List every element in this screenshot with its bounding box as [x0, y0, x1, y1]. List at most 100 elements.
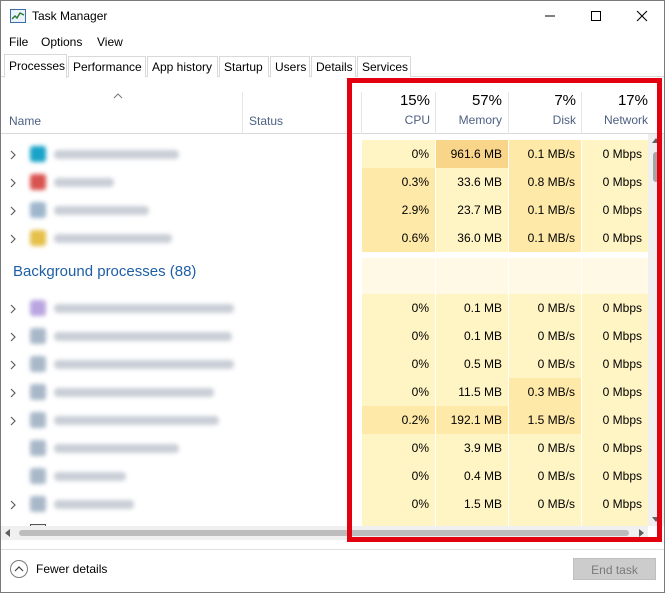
- memory-cell: 1.5 MB: [436, 490, 508, 518]
- disk-cell: 0 MB/s: [509, 322, 581, 350]
- network-cell: 0 Mbps: [582, 322, 648, 350]
- expand-chevron-icon[interactable]: [10, 149, 16, 163]
- cpu-label: CPU: [404, 113, 430, 127]
- expand-chevron-icon[interactable]: [10, 233, 16, 247]
- process-row[interactable]: 0.2% 192.1 MB 1.5 MB/s 0 Mbps: [1, 406, 648, 434]
- horizontal-scrollbar[interactable]: [1, 526, 648, 540]
- vertical-scroll-thumb[interactable]: [653, 152, 659, 182]
- cpu-cell-empty: [362, 258, 435, 294]
- column-divider[interactable]: [242, 92, 243, 134]
- cpu-cell: 0%: [362, 462, 435, 490]
- process-row[interactable]: 0% 11.5 MB 0.3 MB/s 0 Mbps: [1, 378, 648, 406]
- column-memory[interactable]: 57% Memory: [436, 92, 502, 127]
- network-cell: 0 Mbps: [582, 140, 648, 168]
- process-icon: [30, 412, 46, 428]
- tab-performance[interactable]: Performance: [68, 56, 146, 77]
- menu-bar: File Options View: [1, 32, 664, 52]
- fewer-details-link[interactable]: Fewer details: [36, 562, 107, 576]
- column-disk[interactable]: 7% Disk: [509, 92, 576, 127]
- process-row[interactable]: 0.3% 33.6 MB 0.8 MB/s 0 Mbps: [1, 168, 648, 196]
- process-row[interactable]: 0% 3.9 MB 0 MB/s 0 Mbps: [1, 434, 648, 462]
- disk-cell: 0 MB/s: [509, 434, 581, 462]
- memory-cell: 36.0 MB: [436, 224, 508, 252]
- process-name-redacted: [54, 416, 219, 425]
- menu-options[interactable]: Options: [41, 35, 82, 49]
- expand-chevron-icon[interactable]: [10, 499, 16, 513]
- network-cell: 0 Mbps: [582, 168, 648, 196]
- disk-cell: 1.5 MB/s: [509, 406, 581, 434]
- process-row-partial[interactable]: COM Surrogate0%0.4 MB0 MB/s0 Mbps: [1, 518, 648, 526]
- process-icon: [30, 384, 46, 400]
- expand-chevron-icon[interactable]: [10, 387, 16, 401]
- process-name-redacted: [54, 206, 149, 215]
- expand-chevron-icon[interactable]: [10, 177, 16, 191]
- expand-chevron-icon[interactable]: [10, 359, 16, 373]
- process-name-redacted: [54, 360, 234, 369]
- process-row[interactable]: 0% 0.4 MB 0 MB/s 0 Mbps: [1, 462, 648, 490]
- disk-total: 7%: [554, 92, 576, 109]
- process-icon: [30, 496, 46, 512]
- expand-chevron-icon[interactable]: [10, 205, 16, 219]
- tab-services[interactable]: Services: [357, 56, 411, 77]
- process-icon: [30, 300, 46, 316]
- tab-details[interactable]: Details: [311, 56, 356, 77]
- network-cell: 0 Mbps: [582, 434, 648, 462]
- cpu-cell: 0%: [362, 350, 435, 378]
- disk-cell: 0.8 MB/s: [509, 168, 581, 196]
- expand-chevron-icon[interactable]: [10, 415, 16, 429]
- menu-file[interactable]: File: [9, 35, 28, 49]
- process-name-redacted: [54, 388, 214, 397]
- process-row[interactable]: 0% 0.1 MB 0 MB/s 0 Mbps: [1, 322, 648, 350]
- window-title: Task Manager: [32, 9, 108, 23]
- disk-label: Disk: [552, 113, 576, 127]
- process-row[interactable]: 0% 961.6 MB 0.1 MB/s 0 Mbps: [1, 140, 648, 168]
- process-row[interactable]: 0% 0.1 MB 0 MB/s 0 Mbps: [1, 294, 648, 322]
- scroll-right-icon: [639, 529, 644, 537]
- end-task-button[interactable]: End task: [573, 558, 656, 580]
- column-cpu[interactable]: 15% CPU: [362, 92, 430, 127]
- memory-cell: 11.5 MB: [436, 378, 508, 406]
- memory-cell: 0.1 MB: [436, 294, 508, 322]
- column-status[interactable]: Status: [249, 114, 283, 128]
- expand-chevron-icon[interactable]: [10, 303, 16, 317]
- chevron-up-circle-icon[interactable]: [10, 560, 28, 578]
- tab-startup[interactable]: Startup: [219, 56, 269, 77]
- network-cell: 0 Mbps: [582, 350, 648, 378]
- horizontal-scroll-thumb[interactable]: [19, 530, 629, 536]
- group-header-row[interactable]: Background processes (88): [1, 258, 648, 294]
- tab-users[interactable]: Users: [270, 56, 310, 77]
- close-button[interactable]: [619, 1, 664, 31]
- cpu-cell: 0.6%: [362, 224, 435, 252]
- tab-processes[interactable]: Processes: [4, 54, 67, 78]
- process-row[interactable]: 0.6% 36.0 MB 0.1 MB/s 0 Mbps: [1, 224, 648, 252]
- tab-app-history[interactable]: App history: [147, 56, 218, 77]
- vertical-scrollbar[interactable]: [648, 134, 664, 526]
- minimize-button[interactable]: [527, 1, 573, 31]
- column-name[interactable]: Name: [9, 114, 41, 128]
- memory-cell-empty: [436, 258, 508, 294]
- column-network[interactable]: 17% Network: [582, 92, 648, 127]
- process-row[interactable]: 0% 1.5 MB 0 MB/s 0 Mbps: [1, 490, 648, 518]
- menu-view[interactable]: View: [97, 35, 123, 49]
- task-manager-window: Task Manager File Options View Processes…: [0, 0, 665, 593]
- expand-chevron-icon[interactable]: [10, 331, 16, 345]
- process-list: 0% 961.6 MB 0.1 MB/s 0 Mbps 0.3% 33.6 MB 0.8 M…: [1, 134, 648, 526]
- process-icon: [30, 468, 46, 484]
- process-icon: [30, 174, 46, 190]
- disk-cell: 0.1 MB/s: [509, 140, 581, 168]
- disk-cell-empty: [509, 258, 581, 294]
- maximize-button[interactable]: [573, 1, 619, 31]
- network-cell: 0 Mbps: [582, 294, 648, 322]
- memory-cell: 192.1 MB: [436, 406, 508, 434]
- process-row[interactable]: 2.9% 23.7 MB 0.1 MB/s 0 Mbps: [1, 196, 648, 224]
- disk-cell: 0.1 MB/s: [509, 196, 581, 224]
- process-row[interactable]: 0% 0.5 MB 0 MB/s 0 Mbps: [1, 350, 648, 378]
- disk-cell: 0 MB/s: [509, 350, 581, 378]
- cpu-cell: 0.3%: [362, 168, 435, 196]
- memory-cell: 3.9 MB: [436, 434, 508, 462]
- sort-up-icon[interactable]: [113, 88, 123, 102]
- process-icon: [30, 146, 46, 162]
- network-cell: 0 Mbps: [582, 406, 648, 434]
- disk-cell: 0 MB/s: [509, 490, 581, 518]
- scroll-down-icon: [652, 517, 660, 522]
